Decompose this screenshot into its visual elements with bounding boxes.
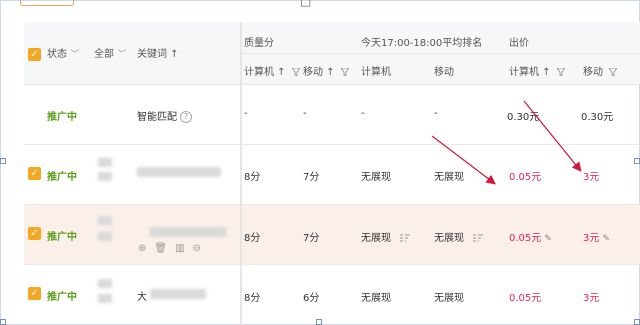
annotation-arrows (431, 100, 582, 185)
resize-handle[interactable] (634, 319, 640, 325)
resize-handle[interactable] (0, 158, 6, 164)
annotation-arrow (431, 135, 496, 185)
resize-handle[interactable] (316, 319, 322, 325)
annotation-arrow (523, 100, 582, 172)
resize-handle[interactable] (634, 158, 640, 164)
resize-handle[interactable] (0, 319, 6, 325)
